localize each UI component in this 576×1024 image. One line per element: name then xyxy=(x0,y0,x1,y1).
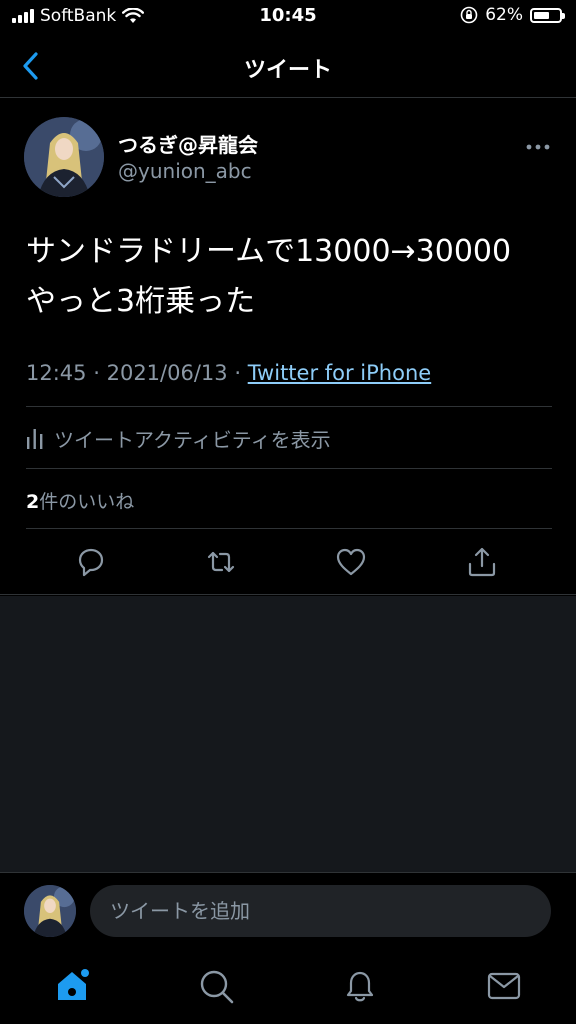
messages-icon xyxy=(487,972,521,1000)
tab-bar xyxy=(0,948,576,1024)
divider xyxy=(26,406,552,407)
retweet-button[interactable] xyxy=(204,545,238,579)
battery-icon xyxy=(530,7,565,23)
like-button[interactable] xyxy=(334,545,368,579)
tweet-activity-link[interactable]: ツイートアクティビティを表示 xyxy=(26,423,331,453)
divider xyxy=(26,468,552,469)
likes-count-link[interactable]: 2件のいいね xyxy=(26,487,134,514)
meta-separator: · xyxy=(234,361,242,385)
nav-bar: ツイート xyxy=(0,34,576,98)
meta-separator: · xyxy=(93,361,100,385)
like-icon xyxy=(336,548,366,576)
tab-home[interactable] xyxy=(52,966,92,1006)
status-right: 62% xyxy=(460,5,565,25)
tab-notifications[interactable] xyxy=(340,966,380,1006)
reply-icon xyxy=(78,548,104,577)
status-bar: SoftBank 10:45 62% xyxy=(0,0,576,34)
search-icon xyxy=(200,970,234,1004)
share-icon xyxy=(468,547,496,577)
replies-area xyxy=(0,596,576,872)
orientation-lock-icon xyxy=(460,6,478,24)
tweet-text: サンドラドリームで13000→30000 やっと3桁乗った xyxy=(26,234,512,319)
tab-messages[interactable] xyxy=(484,966,524,1006)
divider xyxy=(26,528,552,529)
tab-search[interactable] xyxy=(196,966,236,1006)
page-title: ツイート xyxy=(243,58,332,83)
likes-label: 件のいいね xyxy=(39,491,135,513)
tweet-detail: つるぎ@昇龍会 @yunion_abc サンドラドリームで13000→30000… xyxy=(0,99,576,595)
user-handle[interactable]: @yunion_abc xyxy=(118,159,252,183)
likes-count: 2 xyxy=(26,491,40,513)
avatar-image xyxy=(24,885,76,937)
display-name[interactable]: つるぎ@昇龍会 xyxy=(118,129,258,158)
home-icon xyxy=(58,969,89,1000)
activity-label: ツイートアクティビティを表示 xyxy=(54,427,331,452)
tweet-source-link[interactable]: Twitter for iPhone xyxy=(248,361,432,385)
battery-percent: 62% xyxy=(485,5,523,25)
tweet-time: 12:45 xyxy=(26,361,87,385)
tweet-meta: 12:45 · 2021/06/13 · Twitter for iPhone xyxy=(26,361,431,385)
notifications-icon xyxy=(346,971,374,1002)
reply-input[interactable]: ツイートを追加 xyxy=(90,885,551,937)
analytics-icon xyxy=(27,429,43,449)
reply-bar: ツイートを追加 xyxy=(0,872,576,948)
avatar xyxy=(24,885,76,937)
more-icon xyxy=(526,144,550,150)
avatar[interactable] xyxy=(24,117,104,197)
share-button[interactable] xyxy=(465,545,499,579)
tweet-actions xyxy=(0,545,576,585)
reply-button[interactable] xyxy=(74,545,108,579)
avatar-image xyxy=(24,117,104,197)
more-options-button[interactable] xyxy=(526,137,550,150)
battery-level xyxy=(534,11,549,19)
retweet-icon xyxy=(207,551,235,573)
tweet-date: 2021/06/13 xyxy=(106,361,228,385)
